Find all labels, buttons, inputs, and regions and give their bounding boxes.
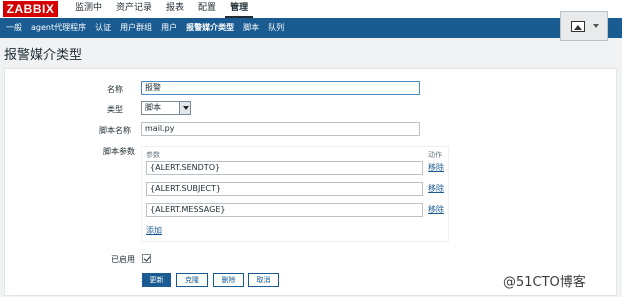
script-name-label: 脚本名称 (99, 126, 131, 135)
menu-administration[interactable]: 管理 (225, 0, 254, 18)
submenu-authentication[interactable]: 认证 (91, 18, 115, 38)
cancel-button[interactable]: 取消 (248, 273, 279, 287)
image-dropdown-widget[interactable] (560, 11, 608, 41)
name-input[interactable]: 报警 (141, 81, 420, 95)
sub-navigation-bar: 一般 agent代理程序 认证 用户群组 用户 报警媒介类型 脚本 队列 (0, 18, 622, 38)
zabbix-logo[interactable]: ZABBIX (3, 1, 58, 17)
param-input-subject[interactable]: {ALERT.SUBJECT} (146, 182, 423, 196)
watermark: @51CTO博客 (503, 275, 586, 290)
remove-param-sendto-link[interactable]: 移除 (428, 162, 444, 173)
menu-configuration[interactable]: 配置 (193, 0, 221, 18)
main-menu: 监测中 资产记录 报表 配置 管理 (70, 0, 257, 18)
script-params-label: 脚本参数 (103, 147, 135, 156)
param-input-sendto[interactable]: {ALERT.SENDTO} (146, 161, 423, 175)
submenu-scripts[interactable]: 脚本 (239, 18, 263, 38)
submenu-general[interactable]: 一般 (2, 18, 26, 38)
type-label: 类型 (107, 105, 123, 114)
sub-menu: 一般 agent代理程序 认证 用户群组 用户 报警媒介类型 脚本 队列 (2, 18, 289, 38)
submenu-user-groups[interactable]: 用户群组 (116, 18, 156, 38)
type-select[interactable]: 脚本 (141, 101, 191, 115)
chevron-down-icon (179, 102, 190, 114)
form-panel: 名称 报警 类型 脚本 脚本名称 mail.py 脚本参数 参数 动作 {ALE… (4, 68, 617, 296)
menu-monitoring[interactable]: 监测中 (70, 0, 107, 18)
menu-inventory[interactable]: 资产记录 (111, 0, 157, 18)
enabled-label: 已启用 (111, 255, 135, 264)
script-name-input[interactable]: mail.py (141, 122, 420, 136)
top-navigation-bar: ZABBIX 监测中 资产记录 报表 配置 管理 (0, 0, 622, 18)
update-button[interactable]: 更新 (142, 273, 171, 287)
clone-button[interactable]: 克隆 (176, 273, 208, 287)
action-column-header: 动作 (428, 151, 442, 159)
add-param-link[interactable]: 添加 (146, 225, 162, 236)
remove-param-subject-link[interactable]: 移除 (428, 183, 444, 194)
param-input-message[interactable]: {ALERT.MESSAGE} (146, 203, 423, 217)
menu-reports[interactable]: 报表 (161, 0, 189, 18)
submenu-users[interactable]: 用户 (157, 18, 181, 38)
submenu-media-types[interactable]: 报警媒介类型 (182, 18, 238, 38)
script-params-table: 参数 动作 {ALERT.SENDTO} 移除 {ALERT.SUBJECT} … (141, 146, 449, 242)
delete-button[interactable]: 删除 (213, 273, 244, 287)
enabled-checkbox[interactable] (142, 254, 151, 263)
name-label: 名称 (107, 85, 123, 94)
remove-param-message-link[interactable]: 移除 (428, 204, 444, 215)
page-title: 报警媒介类型 (4, 48, 83, 63)
submenu-proxies[interactable]: agent代理程序 (27, 18, 90, 38)
submenu-queue[interactable]: 队列 (264, 18, 288, 38)
chevron-down-icon (593, 24, 599, 28)
params-column-header: 参数 (146, 151, 160, 159)
type-select-value: 脚本 (145, 103, 161, 112)
image-icon (571, 21, 585, 32)
